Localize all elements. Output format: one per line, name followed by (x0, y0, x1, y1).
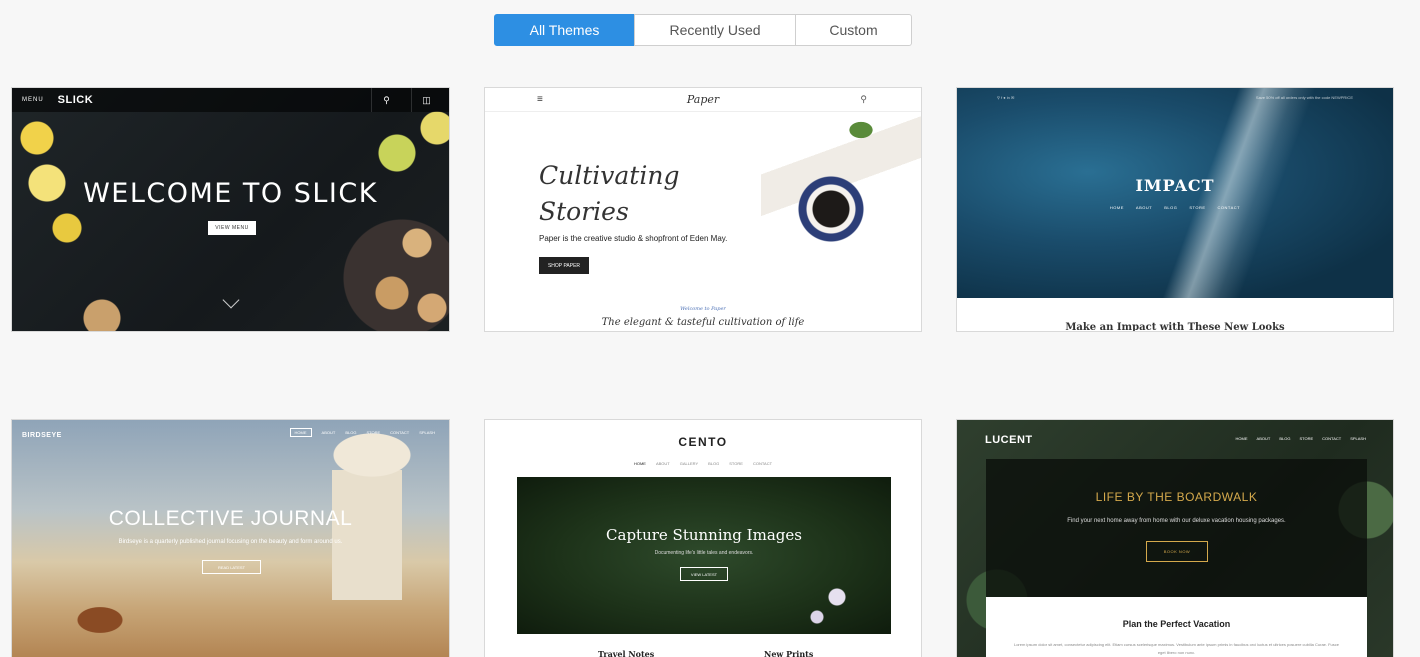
impact-promo: Save 50% off all orders only with the co… (1255, 95, 1353, 100)
theme-card-paper[interactable]: ≡ Paper ⚲ Cultivating Stories Paper is t… (484, 87, 922, 332)
impact-nav-item: ABOUT (1135, 205, 1153, 210)
paper-shop-button: SHOP PAPER (539, 257, 589, 274)
birdseye-nav: HOME ABOUT BLOG STORE CONTACT SPLASH (289, 428, 435, 437)
cento-column-title: New Prints (764, 649, 814, 657)
impact-nav: HOME ABOUT BLOG STORE CONTACT (957, 205, 1393, 210)
cento-headline: Capture Stunning Images (606, 526, 802, 544)
impact-caption: Make an Impact with These New Looks (1065, 322, 1285, 332)
cento-nav-item: HOME (633, 461, 646, 466)
theme-card-impact[interactable]: ⚲ f ● in ✉ Save 50% off all orders only … (956, 87, 1394, 332)
theme-card-birdseye[interactable]: BIRDSEYE HOME ABOUT BLOG STORE CONTACT S… (11, 419, 450, 657)
birdseye-read-button: READ LATEST (202, 560, 261, 574)
paper-tagline: The elegant & tasteful cultivation of li… (601, 317, 805, 328)
birdseye-nav-item: STORE (366, 430, 381, 435)
birdseye-nav-item: BLOG (345, 430, 357, 435)
cento-nav-item: BLOG (708, 461, 720, 466)
slick-headline: WELCOME TO SLICK (83, 178, 378, 209)
birdseye-subtitle: Birdseye is a quarterly published journa… (118, 539, 343, 545)
cento-brand: CENTO (678, 435, 728, 449)
theme-card-lucent[interactable]: LUCENT HOME ABOUT BLOG STORE CONTACT SPL… (956, 419, 1394, 657)
lucent-headline: LIFE BY THE BOARDWALK (1095, 490, 1258, 504)
lucent-nav-item: STORE (1299, 436, 1314, 441)
cento-nav-item: STORE (729, 461, 743, 466)
lucent-brand: LUCENT (985, 434, 1033, 446)
theme-card-cento[interactable]: CENTO HOME ABOUT GALLERY BLOG STORE CONT… (484, 419, 922, 657)
lucent-subtitle: Find your next home away from home with … (1067, 518, 1286, 524)
search-icon: ⚲ (860, 94, 867, 104)
cento-view-button: VIEW LATEST (680, 567, 728, 581)
theme-filter-tabs: All Themes Recently Used Custom (494, 14, 912, 46)
cento-nav-item: ABOUT (655, 461, 670, 466)
cento-nav-item: CONTACT (752, 461, 773, 466)
slick-brand: SLICK (57, 94, 94, 106)
birdseye-headline: COLLECTIVE JOURNAL (108, 507, 353, 530)
paper-headline: Cultivating Stories (539, 158, 679, 230)
lucent-hero-panel (986, 459, 1367, 597)
hamburger-icon: ≡ (537, 94, 543, 105)
tab-all-themes[interactable]: All Themes (494, 14, 635, 46)
impact-nav-item: HOME (1109, 205, 1124, 210)
birdseye-brand: BIRDSEYE (22, 431, 62, 439)
slick-top-bar: MENU SLICK ⚲ ◫ (12, 88, 449, 112)
paper-headline-line1: Cultivating (539, 161, 680, 190)
impact-nav-item: BLOG (1164, 205, 1178, 210)
tab-custom[interactable]: Custom (795, 14, 912, 46)
lucent-nav-item: SPLASH (1350, 436, 1366, 441)
slick-menu-label: MENU (22, 97, 44, 103)
lucent-section-title: Plan the Perfect Vacation (1122, 619, 1231, 629)
lucent-nav-item: BLOG (1279, 436, 1291, 441)
lucent-nav-item: HOME (1235, 436, 1248, 441)
paper-welcome: Welcome to Paper (680, 306, 726, 312)
birdseye-nav-item: ABOUT (321, 430, 336, 435)
paper-top-bar: ≡ Paper ⚲ (485, 88, 921, 112)
lucent-body-text: Lorem ipsum dolor sit amet, consectetur … (1013, 642, 1340, 655)
cento-subtitle: Documenting life's little tales and ende… (654, 550, 754, 556)
social-icons: ⚲ f ● in ✉ (997, 95, 1015, 100)
cento-nav-item: GALLERY (679, 461, 699, 466)
search-icon: ⚲ (371, 88, 401, 112)
impact-nav-item: STORE (1189, 205, 1206, 210)
paper-logo: Paper (686, 93, 720, 106)
lucent-nav-item: CONTACT (1322, 436, 1342, 441)
birdseye-nav-item: HOME (289, 428, 312, 437)
birdseye-nav-item: SPLASH (419, 430, 435, 435)
cart-icon: ◫ (411, 88, 441, 112)
theme-card-slick[interactable]: MENU SLICK ⚲ ◫ WELCOME TO SLICK VIEW MEN… (11, 87, 450, 332)
tab-recently-used[interactable]: Recently Used (634, 14, 796, 46)
lucent-book-button: BOOK NOW (1146, 541, 1208, 562)
fern-leaf-image (841, 116, 881, 144)
birdseye-nav-item: CONTACT (390, 430, 410, 435)
lucent-nav: HOME ABOUT BLOG STORE CONTACT SPLASH (1236, 436, 1366, 441)
paper-headline-line2: Stories (539, 197, 629, 226)
lucent-nav-item: ABOUT (1256, 436, 1271, 441)
impact-title: IMPACT (1135, 176, 1215, 195)
cento-nav: HOME ABOUT GALLERY BLOG STORE CONTACT (485, 461, 921, 466)
slick-view-menu-button: VIEW MENU (208, 221, 256, 235)
cento-column-title: Travel Notes (598, 649, 655, 657)
chevron-down-icon (222, 291, 240, 309)
lucent-lower-section: Plan the Perfect Vacation Lorem ipsum do… (986, 597, 1367, 657)
impact-nav-item: CONTACT (1217, 205, 1241, 210)
paper-subtitle: Paper is the creative studio & shopfront… (539, 234, 728, 243)
